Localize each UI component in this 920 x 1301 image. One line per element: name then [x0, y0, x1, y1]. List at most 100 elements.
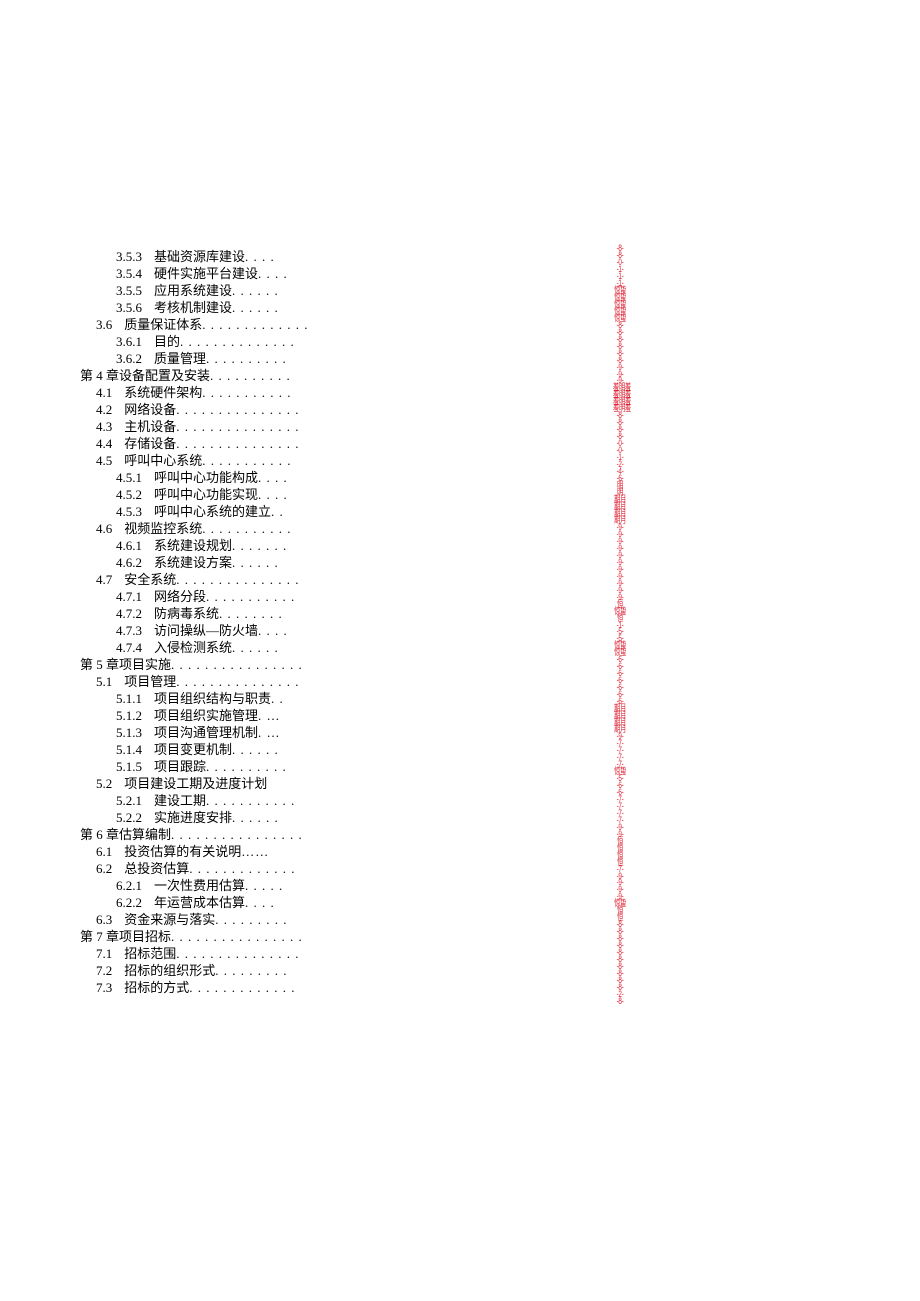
toc-section-number: 4.4: [96, 435, 112, 452]
toc-title: 呼叫中心系统的建立: [154, 503, 271, 520]
toc-entry: 7.2招标的组织形式 . . . . . . . . .: [80, 962, 640, 979]
toc-entry: 4.1 系统硬件架构 . . . . . . . . . . .: [80, 384, 640, 401]
toc-leader-dots: . . . .: [258, 265, 288, 282]
toc-leader-dots: . . . .: [245, 248, 275, 265]
toc-leader-dots: . . . . . .: [232, 554, 279, 571]
toc-section-number: 5.2.2: [116, 809, 142, 826]
toc-entry: 4.6.2 系统建设方案 . . . . . .: [80, 554, 640, 571]
toc-section-number: 5.1.5: [116, 758, 142, 775]
toc-entry: 6.2.1一次性费用估算. . . . .: [80, 877, 640, 894]
toc-title: 存储设备: [124, 435, 176, 452]
toc-section-number: 3.5.6: [116, 299, 142, 316]
toc-section-number: 4.3: [96, 418, 112, 435]
toc-section-number: 5.1.4: [116, 741, 142, 758]
toc-entry: 4.4存储设备 . . . . . . . . . . . . . . .: [80, 435, 640, 452]
page-number: -8-: [613, 998, 627, 1005]
toc-entry: 3.5.3基础资源库建设 . . . .: [80, 248, 640, 265]
toc-section-number: 3.5.5: [116, 282, 142, 299]
toc-title: 目的: [154, 333, 180, 350]
toc-section-number: 7.3: [96, 979, 112, 996]
toc-title: 年运营成本估算: [154, 894, 245, 911]
toc-title: 招标的方式: [124, 979, 189, 996]
toc-title: 呼叫中心系统: [124, 452, 202, 469]
toc-leader-dots: . . . . . . . . . . .: [202, 384, 291, 401]
toc-title: 网络分段: [154, 588, 206, 605]
toc-title: 建设工期: [154, 792, 206, 809]
toc-title: 项目建设工期及进度计划: [124, 775, 267, 792]
toc-entry: 6.2总投资估算. . . . . . . . . . . . .: [80, 860, 640, 877]
toc-section-number: 6.2: [96, 860, 112, 877]
toc-section-number: 3.5.4: [116, 265, 142, 282]
toc-chapter-number: 第 5 章: [80, 656, 119, 673]
toc-title: 应用系统建设: [154, 282, 232, 299]
toc-entry: 3.6质量保证体系 . . . . . . . . . . . . .: [80, 316, 640, 333]
toc-section-number: 4.6.2: [116, 554, 142, 571]
toc-leader-dots: . . . . . . . . . . .: [202, 520, 291, 537]
toc-section-number: 4.6.1: [116, 537, 142, 554]
toc-title: 估算编制: [119, 826, 171, 843]
toc-title: 项目跟踪: [154, 758, 206, 775]
toc-entry: 4.7.4入侵检测系统 . . . . . .: [80, 639, 640, 656]
toc-section-number: 3.6.2: [116, 350, 142, 367]
toc-title: 项目组织实施管理: [154, 707, 258, 724]
toc-leader-dots: . . . . . . . . . . . . . . . .: [171, 826, 303, 843]
toc-section-number: 4.7.1: [116, 588, 142, 605]
toc-section-number: 3.6.1: [116, 333, 142, 350]
toc-chapter-number: 第 6 章: [80, 826, 119, 843]
toc-entry: 5.1.4项目变更机制 . . . . . .: [80, 741, 640, 758]
toc-entry: 7.1招标范围 . . . . . . . . . . . . . . .: [80, 945, 640, 962]
toc-leader-dots: . . . . . . . . .: [215, 962, 287, 979]
toc-title: 系统硬件架构: [124, 384, 202, 401]
toc-title: 项目实施: [119, 656, 171, 673]
toc-leader-dots: . . . . . . . . . . . . . . .: [176, 571, 299, 588]
toc-entry: 6.2.2年运营成本估算 . . . .: [80, 894, 640, 911]
toc-leader-dots: . . . . . . . . . .: [206, 350, 287, 367]
toc-entry: 4.5呼叫中心系统. . . . . . . . . . .: [80, 452, 640, 469]
toc-chapter-number: 第 4 章: [80, 367, 119, 384]
toc-entry: 4.7 安全系统. . . . . . . . . . . . . . .: [80, 571, 640, 588]
toc-leader-dots: . . . . . . . . . .: [210, 367, 291, 384]
toc-section-number: 3.5.3: [116, 248, 142, 265]
toc-entry: 5.1.5项目跟踪 . . . . . . . . . .: [80, 758, 640, 775]
toc-title: 项目沟通管理机制: [154, 724, 258, 741]
toc-title: 硬件实施平台建设: [154, 265, 258, 282]
toc-entry: 4.5.1呼叫中心功能构成. . . .: [80, 469, 640, 486]
toc-leader-dots: . . . . . . . . . . . . .: [189, 860, 295, 877]
toc-title: 资金来源与落实: [124, 911, 215, 928]
toc-section-number: 7.1: [96, 945, 112, 962]
toc-entry: 4.7.1网络分段. . . . . . . . . . .: [80, 588, 640, 605]
toc-section-number: 4.5.3: [116, 503, 142, 520]
toc-entry: 第 7 章项目招标 . . . . . . . . . . . . . . . …: [80, 928, 640, 945]
toc-leader-dots: . . . .: [245, 894, 275, 911]
toc-title: 主机设备: [124, 418, 176, 435]
toc-section-number: 5.1.3: [116, 724, 142, 741]
toc-leader-dots: . . . . . . . . . . . . . . .: [176, 401, 299, 418]
toc-leader-dots: . …: [258, 724, 281, 741]
toc-section-number: 5.2: [96, 775, 112, 792]
toc-entry: 4.5.3呼叫中心系统的建立. .: [80, 503, 640, 520]
toc-section-number: 4.6: [96, 520, 112, 537]
toc-title: 实施进度安排: [154, 809, 232, 826]
toc-entry: 6.1投资估算的有关说明……: [80, 843, 640, 860]
toc-entry: 第 6 章估算编制 . . . . . . . . . . . . . . . …: [80, 826, 640, 843]
toc-title: 安全系统: [124, 571, 176, 588]
toc-leader-dots: . . . . . .: [232, 809, 279, 826]
toc-entry: 4.6.1系统建设规划. . . . . . .: [80, 537, 640, 554]
toc-entry: 4.7.2防病毒系统 . . . . . . . .: [80, 605, 640, 622]
toc-title: 质量保证体系: [124, 316, 202, 333]
toc-leader-dots: . . . .: [258, 622, 288, 639]
toc-leader-dots: . . . . . . . . . . . . . . .: [176, 418, 299, 435]
toc-leader-dots: . . . . . .: [232, 299, 279, 316]
toc-title: 投资估算的有关说明: [124, 843, 241, 860]
toc-title: 质量管理: [154, 350, 206, 367]
toc-leader-dots: . …: [258, 707, 281, 724]
toc-section-number: 4.5.1: [116, 469, 142, 486]
toc-entry: 6.3资金来源与落实 . . . . . . . . .: [80, 911, 640, 928]
toc-section-number: 4.7: [96, 571, 112, 588]
toc-title: 招标范围: [124, 945, 176, 962]
toc-section-number: 6.2.1: [116, 877, 142, 894]
toc-section-number: 4.1: [96, 384, 112, 401]
toc-section-number: 5.2.1: [116, 792, 142, 809]
toc-entry: 4.3 主机设备 . . . . . . . . . . . . . . .: [80, 418, 640, 435]
toc-title: 系统建设方案: [154, 554, 232, 571]
